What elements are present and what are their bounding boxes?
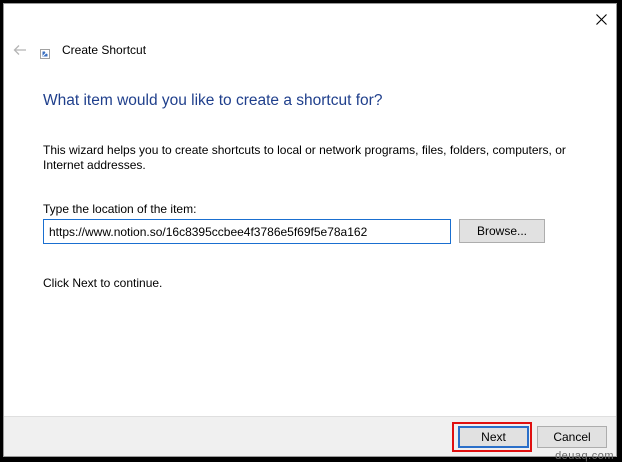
dialog-footer: Next Cancel <box>4 416 616 456</box>
create-shortcut-dialog: Create Shortcut What item would you like… <box>3 3 617 457</box>
cancel-button[interactable]: Cancel <box>537 426 607 448</box>
page-heading: What item would you like to create a sho… <box>43 92 383 109</box>
browse-button[interactable]: Browse... <box>459 219 545 243</box>
back-arrow-icon <box>13 45 26 55</box>
watermark: deuaq.com <box>555 450 614 462</box>
close-icon <box>595 13 607 25</box>
shortcut-icon <box>40 49 50 59</box>
back-button[interactable] <box>10 40 30 60</box>
next-button[interactable]: Next <box>458 426 529 448</box>
location-label: Type the location of the item: <box>43 202 197 216</box>
wizard-title: Create Shortcut <box>62 43 147 57</box>
wizard-description: This wizard helps you to create shortcut… <box>43 143 566 172</box>
continue-instruction: Click Next to continue. <box>43 276 163 290</box>
location-input[interactable] <box>43 219 451 244</box>
close-button[interactable] <box>590 8 612 30</box>
